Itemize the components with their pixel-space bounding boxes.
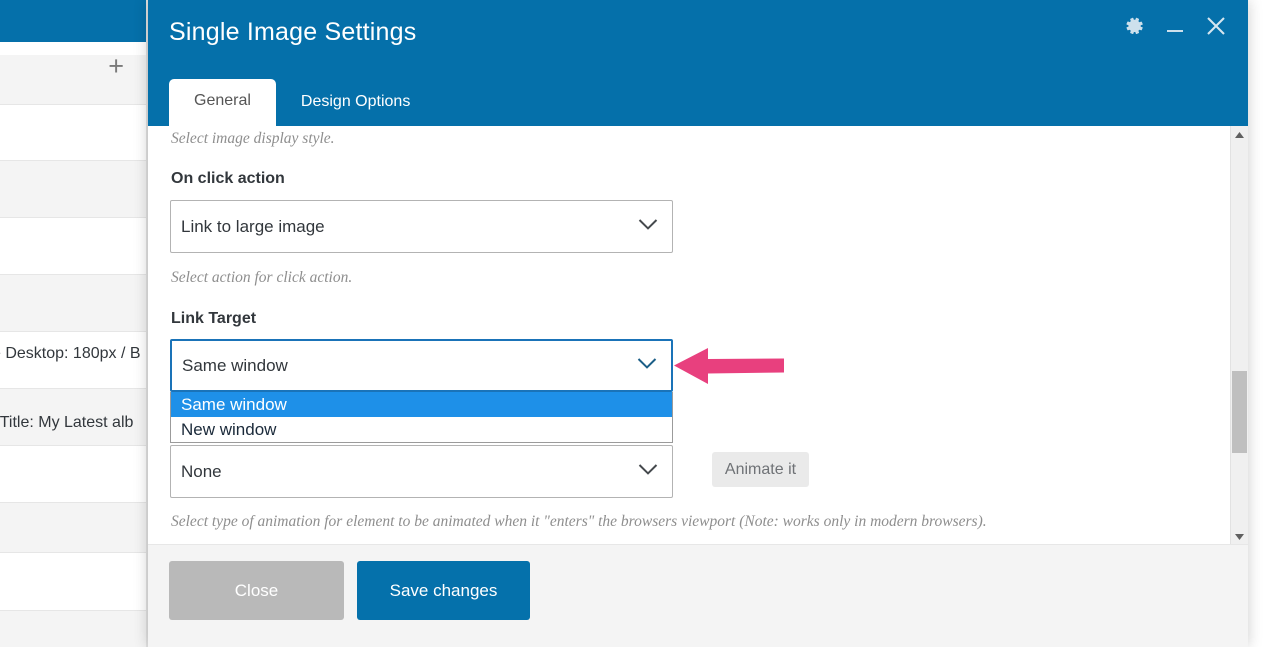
scrollbar-thumb[interactable] <box>1232 371 1247 453</box>
background-toolbar-row <box>0 55 160 105</box>
background-gap <box>0 42 160 55</box>
on-click-action-select[interactable]: Link to large image <box>170 200 673 253</box>
background-row-text: l Title: My Latest alb <box>0 414 134 431</box>
on-click-action-help-text: Select action for click action. <box>171 269 353 286</box>
chevron-down-icon <box>638 218 658 236</box>
background-row <box>0 275 160 332</box>
close-button[interactable]: Close <box>169 561 344 620</box>
modal-footer: Close Save changes <box>148 544 1248 647</box>
link-target-label: Link Target <box>171 310 257 327</box>
on-click-action-value: Link to large image <box>181 216 325 236</box>
scroll-down-arrow-icon[interactable] <box>1231 528 1248 545</box>
save-changes-button[interactable]: Save changes <box>357 561 530 620</box>
animation-help-text: Select type of animation for element to … <box>171 513 987 530</box>
link-target-option-new-window[interactable]: New window <box>171 417 672 442</box>
animation-value: None <box>181 461 222 481</box>
minimize-icon[interactable] <box>1164 15 1186 37</box>
background-page: + e Desktop: 180px / B l Title: My Lates… <box>0 0 160 647</box>
background-topbar <box>0 0 160 42</box>
image-style-help-text: Select image display style. <box>171 130 335 147</box>
modal-title: Single Image Settings <box>169 18 417 46</box>
background-row <box>0 218 160 275</box>
screen: + e Desktop: 180px / B l Title: My Lates… <box>0 0 1264 647</box>
background-row <box>0 105 160 161</box>
tab-design-options[interactable]: Design Options <box>276 80 435 126</box>
on-click-action-label: On click action <box>171 170 285 187</box>
single-image-settings-modal: Single Image Settings General Design Opt… <box>148 0 1248 647</box>
add-icon[interactable]: + <box>108 53 124 80</box>
animation-select[interactable]: None <box>170 445 673 498</box>
link-target-option-list[interactable]: Same window New window <box>170 392 673 443</box>
link-target-select[interactable]: Same window <box>170 339 673 392</box>
background-row <box>0 503 160 553</box>
background-row-text: e Desktop: 180px / B <box>0 345 141 362</box>
close-icon[interactable] <box>1204 14 1228 38</box>
link-target-value: Same window <box>182 355 288 375</box>
link-target-option-same-window[interactable]: Same window <box>171 392 672 417</box>
background-row <box>0 446 160 503</box>
scroll-up-arrow-icon[interactable] <box>1231 126 1248 143</box>
modal-header: Single Image Settings General Design Opt… <box>148 0 1248 126</box>
animate-it-button[interactable]: Animate it <box>712 452 809 487</box>
window-controls <box>1122 14 1228 38</box>
tab-general[interactable]: General <box>169 79 276 126</box>
modal-tabs: General Design Options <box>169 79 435 126</box>
background-row <box>0 611 160 647</box>
gear-icon[interactable] <box>1122 14 1146 38</box>
background-row <box>0 161 160 218</box>
modal-scrollbar[interactable] <box>1230 126 1248 545</box>
chevron-down-icon <box>637 357 657 375</box>
background-row <box>0 553 160 611</box>
chevron-down-icon <box>638 463 658 481</box>
modal-body: Select image display style. On click act… <box>148 126 1248 545</box>
